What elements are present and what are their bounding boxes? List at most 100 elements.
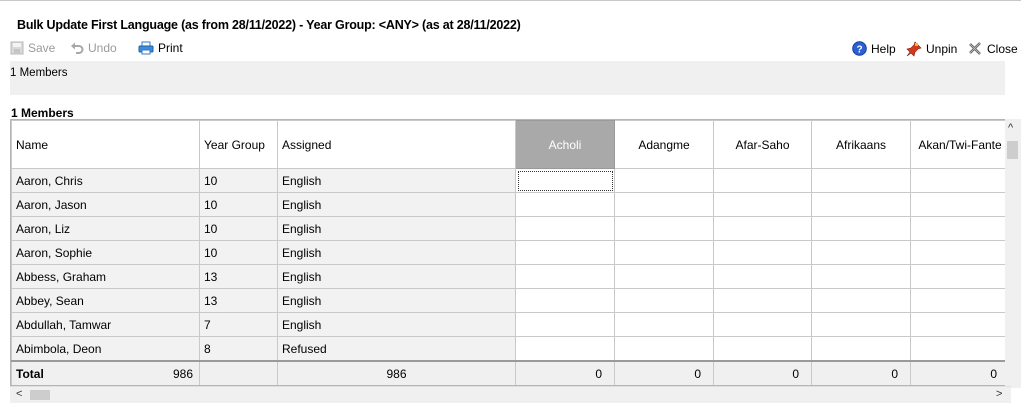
language-cell[interactable] [811, 240, 911, 265]
language-cell[interactable] [713, 264, 812, 289]
svg-text:?: ? [856, 44, 862, 55]
language-cell[interactable] [811, 264, 911, 289]
table-row: Aaron, Liz 10 English [11, 216, 1010, 241]
language-cell[interactable] [515, 240, 615, 265]
language-cell[interactable] [515, 192, 615, 217]
close-button[interactable]: Close [968, 41, 1018, 56]
unpin-button[interactable]: Unpin [906, 41, 957, 57]
language-cell[interactable] [910, 288, 1010, 313]
total-count: 986 [172, 366, 193, 381]
column-header-afar-saho[interactable]: Afar-Saho [713, 120, 812, 169]
total-afar-saho: 0 [713, 360, 812, 385]
language-cell[interactable] [614, 288, 714, 313]
cell-assigned: English [277, 288, 516, 313]
language-cell[interactable] [515, 312, 615, 337]
status-panel: 1 Members [10, 61, 1005, 95]
language-cell[interactable] [713, 168, 812, 193]
column-header-adangme[interactable]: Adangme [614, 120, 714, 169]
language-table: Name Year Group Assigned Acholi Adangme … [11, 120, 1010, 385]
language-cell[interactable] [614, 192, 714, 217]
language-cell[interactable] [515, 168, 615, 193]
language-cell[interactable] [713, 192, 812, 217]
language-cell[interactable] [811, 168, 911, 193]
language-cell[interactable] [910, 264, 1010, 289]
language-cell[interactable] [910, 192, 1010, 217]
printer-icon [138, 41, 154, 55]
column-header-name[interactable]: Name [11, 120, 200, 169]
scroll-right-icon[interactable]: > [996, 388, 1002, 400]
cell-year-group: 10 [199, 192, 278, 217]
save-label: Save [28, 41, 56, 55]
undo-label: Undo [88, 41, 117, 55]
language-cell[interactable] [811, 192, 911, 217]
horizontal-scrollbar[interactable]: < > [10, 386, 1011, 403]
close-label: Close [987, 41, 1018, 56]
language-cell[interactable] [811, 216, 911, 241]
cell-name: Aaron, Sophie [11, 240, 200, 265]
save-button[interactable]: Save [10, 41, 55, 55]
column-header-afrikaans[interactable]: Afrikaans [811, 120, 911, 169]
print-button[interactable]: Print [138, 41, 183, 55]
print-label: Print [158, 41, 183, 55]
language-cell[interactable] [910, 312, 1010, 337]
column-header-acholi[interactable]: Acholi [515, 120, 615, 169]
cell-assigned: Refused [277, 336, 516, 362]
language-cell[interactable] [614, 312, 714, 337]
toolbar: Save Undo Print ? Help Unpin Close [0, 38, 1021, 60]
cell-name: Abbess, Graham [11, 264, 200, 289]
column-header-akan-twi-fante[interactable]: Akan/Twi-Fante [910, 120, 1010, 169]
horizontal-scroll-thumb[interactable] [30, 390, 50, 400]
total-acholi: 0 [515, 360, 615, 385]
help-icon: ? [852, 41, 867, 56]
language-cell[interactable] [614, 240, 714, 265]
language-cell[interactable] [515, 336, 615, 362]
undo-button[interactable]: Undo [70, 41, 117, 55]
cell-assigned: English [277, 312, 516, 337]
vertical-scrollbar[interactable]: ^ [1005, 119, 1021, 388]
cell-name: Aaron, Chris [11, 168, 200, 193]
cell-year-group: 8 [199, 336, 278, 362]
members-heading: 1 Members [11, 106, 74, 120]
language-cell[interactable] [811, 288, 911, 313]
help-button[interactable]: ? Help [852, 41, 896, 56]
total-name-cell: Total 986 [11, 360, 200, 385]
vertical-scroll-thumb[interactable] [1007, 141, 1018, 159]
scroll-left-icon[interactable]: < [16, 388, 22, 400]
language-cell[interactable] [713, 336, 812, 362]
column-header-year-group[interactable]: Year Group [199, 120, 278, 169]
column-header-assigned[interactable]: Assigned [277, 120, 516, 169]
language-cell[interactable] [515, 216, 615, 241]
language-cell[interactable] [713, 288, 812, 313]
language-cell[interactable] [910, 240, 1010, 265]
language-cell[interactable] [811, 312, 911, 337]
language-cell[interactable] [910, 336, 1010, 362]
member-count-status: 1 Members [10, 67, 68, 79]
cell-year-group: 10 [199, 168, 278, 193]
cell-assigned: English [277, 216, 516, 241]
cell-year-group: 13 [199, 264, 278, 289]
window: Bulk Update First Language (as from 28/1… [0, 0, 1021, 405]
language-cell[interactable] [811, 336, 911, 362]
window-title: Bulk Update First Language (as from 28/1… [17, 18, 521, 32]
language-cell[interactable] [614, 216, 714, 241]
cell-name: Aaron, Liz [11, 216, 200, 241]
cell-assigned: English [277, 240, 516, 265]
language-cell[interactable] [713, 216, 812, 241]
language-cell[interactable] [910, 168, 1010, 193]
total-akan-twi-fante: 0 [910, 360, 1010, 385]
language-cell[interactable] [713, 240, 812, 265]
language-cell[interactable] [614, 336, 714, 362]
table-row: Abdullah, Tamwar 7 English [11, 312, 1010, 337]
scroll-up-icon[interactable]: ^ [1008, 122, 1013, 134]
cell-year-group: 10 [199, 240, 278, 265]
language-cell[interactable] [614, 168, 714, 193]
cell-year-group: 13 [199, 288, 278, 313]
language-cell[interactable] [515, 264, 615, 289]
help-label: Help [871, 41, 896, 56]
total-afrikaans: 0 [811, 360, 911, 385]
language-cell[interactable] [515, 288, 615, 313]
language-cell[interactable] [614, 264, 714, 289]
table-row: Abbey, Sean 13 English [11, 288, 1010, 313]
language-cell[interactable] [910, 216, 1010, 241]
language-cell[interactable] [713, 312, 812, 337]
